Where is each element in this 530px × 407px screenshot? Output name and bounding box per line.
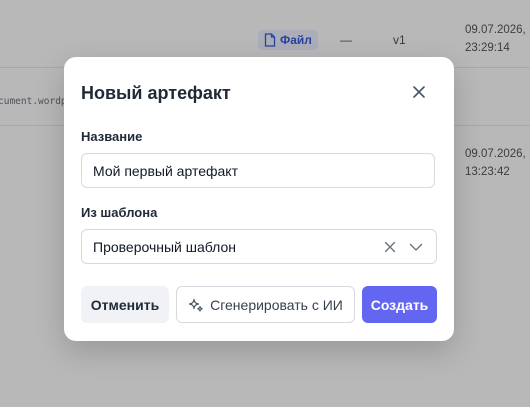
generate-button-label: Сгенерировать с ИИ (210, 296, 343, 313)
cancel-button[interactable]: Отменить (81, 286, 169, 323)
dropdown-toggle[interactable] (407, 238, 425, 256)
close-icon (413, 86, 425, 98)
name-input[interactable] (81, 153, 435, 188)
generate-with-ai-button[interactable]: Сгенерировать с ИИ (176, 286, 355, 323)
template-selected-value: Проверочный шаблон (93, 238, 237, 255)
dialog-title: Новый артефакт (81, 83, 231, 103)
sparkle-icon (189, 298, 203, 312)
template-label: Из шаблона (81, 205, 158, 220)
new-artifact-dialog: Новый артефакт Название Из шаблона Прове… (64, 57, 454, 341)
clear-selection-button[interactable] (381, 238, 399, 256)
chevron-down-icon (409, 243, 423, 251)
clear-icon (384, 241, 396, 252)
template-select[interactable]: Проверочный шаблон (81, 229, 437, 264)
close-button[interactable] (407, 80, 431, 104)
create-button[interactable]: Создать (362, 286, 437, 323)
name-label: Название (81, 129, 143, 144)
